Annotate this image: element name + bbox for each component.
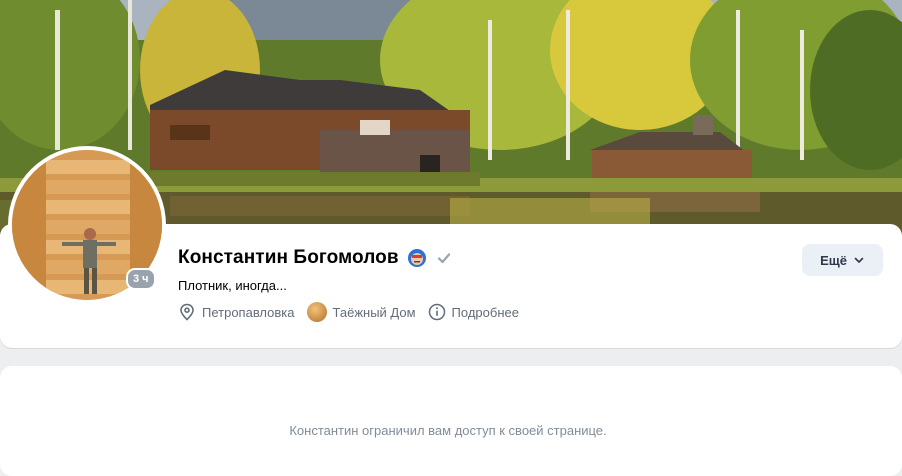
more-button-label: Ещё (820, 252, 847, 268)
chevron-down-icon (854, 257, 864, 263)
checkmark-icon (437, 253, 450, 264)
last-seen-badge: 3 ч (126, 268, 156, 290)
profile-name-row: Константин Богомолов (178, 245, 451, 271)
restricted-message: Константин ограничил вам доступ к своей … (289, 423, 607, 438)
profile-status: Плотник, иногда... (178, 278, 287, 293)
emoji-status-icon[interactable] (407, 248, 427, 268)
group-logo (306, 302, 327, 322)
info-details-label: Подробнее (451, 304, 519, 320)
location-pin-icon (180, 303, 194, 321)
profile-info-row: Петропавловка Таёжный Дом Подробнее (178, 302, 519, 322)
info-city-label: Петропавловка (202, 304, 295, 320)
info-city[interactable]: Петропавловка (178, 303, 295, 321)
profile-name: Константин Богомолов (178, 247, 399, 268)
info-group[interactable]: Таёжный Дом (306, 302, 416, 322)
more-button[interactable]: Ещё (802, 244, 883, 276)
info-details-link[interactable]: Подробнее (428, 303, 519, 321)
info-circle-icon (428, 303, 445, 321)
info-group-label: Таёжный Дом (332, 304, 416, 320)
restricted-access-card: Константин ограничил вам доступ к своей … (0, 366, 902, 476)
